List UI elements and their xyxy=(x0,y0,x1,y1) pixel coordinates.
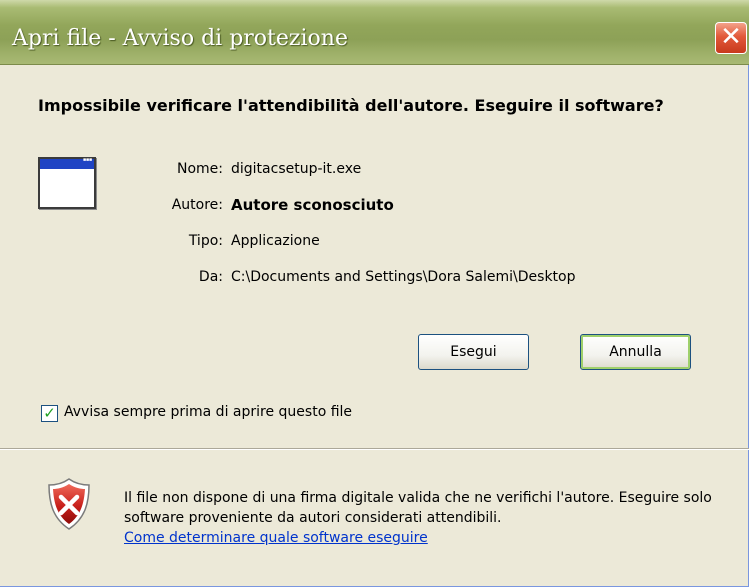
warning-heading: Impossibile verificare l'attendibilità d… xyxy=(38,96,664,115)
divider-highlight xyxy=(0,449,749,450)
shield-error-icon xyxy=(48,478,90,530)
author-label: Autore: xyxy=(171,197,223,213)
from-label: Da: xyxy=(198,269,223,285)
type-label: Tipo: xyxy=(188,233,223,249)
name-value: digitacsetup-it.exe xyxy=(231,161,362,177)
warning-message: Il file non dispone di una firma digital… xyxy=(124,490,712,526)
type-value: Applicazione xyxy=(231,233,320,249)
close-button[interactable]: ✕ xyxy=(715,22,747,54)
always-warn-label[interactable]: Avvisa sempre prima di aprire questo fil… xyxy=(64,404,352,420)
from-value: C:\Documents and Settings\Dora Salemi\De… xyxy=(231,269,576,285)
name-label: Nome: xyxy=(176,161,223,177)
help-link[interactable]: Come determinare quale software eseguire xyxy=(124,530,428,546)
author-value: Autore sconosciuto xyxy=(231,196,394,214)
always-warn-checkbox[interactable]: ✓ xyxy=(41,405,58,422)
checkmark-icon: ✓ xyxy=(43,405,56,422)
title-bar[interactable]: Apri file - Avviso di protezione ✕ xyxy=(0,0,749,65)
cancel-button[interactable]: Annulla xyxy=(580,334,691,370)
window-title: Apri file - Avviso di protezione xyxy=(12,26,348,51)
security-warning-dialog: Apri file - Avviso di protezione ✕ Impos… xyxy=(0,0,749,587)
run-button[interactable]: Esegui xyxy=(418,334,529,370)
